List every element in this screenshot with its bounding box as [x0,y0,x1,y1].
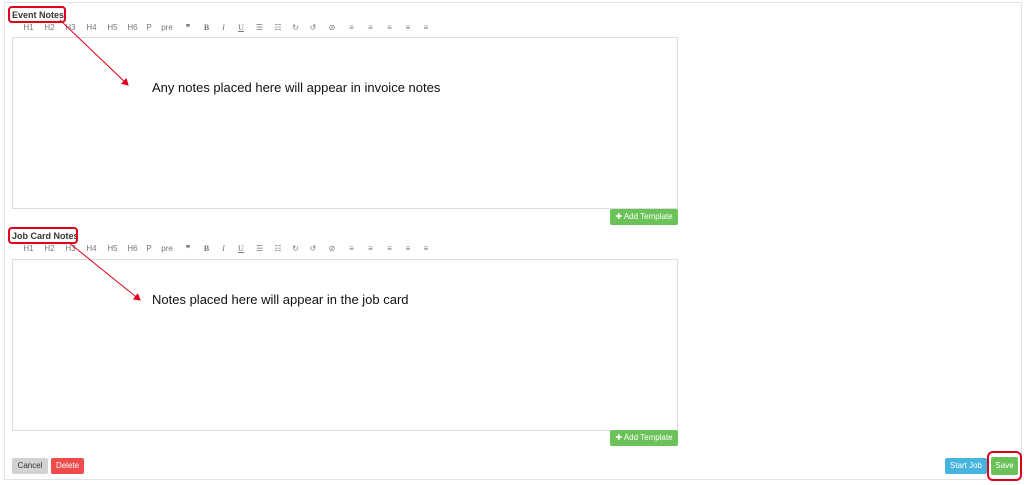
start-job-button[interactable]: Start Job [945,458,987,474]
job-card-notes-arrow [67,241,141,301]
delete-button[interactable]: Delete [51,458,84,474]
cancel-button[interactable]: Cancel [12,458,48,474]
event-notes-arrow [59,19,129,86]
annotation-arrows [59,19,141,301]
save-highlight [987,451,1022,481]
